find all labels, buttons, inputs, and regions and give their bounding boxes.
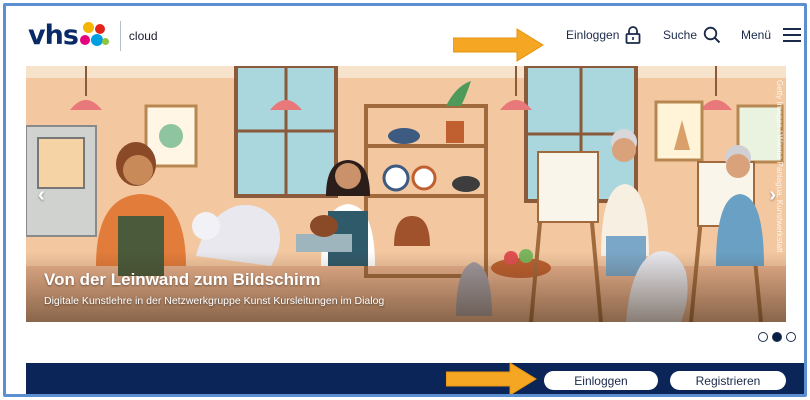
login-button[interactable]: Einloggen xyxy=(544,371,658,390)
menu-button-label: Menü xyxy=(741,28,772,42)
site-header: vhs cloud Einloggen Suche Menü xyxy=(6,6,804,66)
annotation-arrow-icon xyxy=(446,362,537,394)
login-link-label: Einloggen xyxy=(566,28,620,42)
register-button[interactable]: Registrieren xyxy=(670,371,786,390)
chevron-right-icon[interactable]: › xyxy=(769,184,776,207)
hero-subtitle: Digitale Kunstlehre in der Netzwerkgrupp… xyxy=(44,295,385,307)
carousel-dot-1[interactable] xyxy=(758,332,768,342)
login-link[interactable]: Einloggen xyxy=(566,26,641,44)
logo-wordmark: vhs xyxy=(28,20,79,51)
carousel-dot-3[interactable] xyxy=(786,332,796,342)
annotation-arrow-icon xyxy=(453,28,544,62)
carousel-pagination xyxy=(758,332,796,342)
image-credit: Getty Images / Wenne Paniagua, Kunstwerk… xyxy=(775,80,784,253)
product-label: cloud xyxy=(128,28,158,43)
menu-button[interactable]: Menü xyxy=(741,26,803,44)
vhs-logo[interactable]: vhs cloud xyxy=(28,20,158,51)
login-register-bar: Einloggen Registrieren xyxy=(26,363,804,394)
search-link-label: Suche xyxy=(663,28,698,42)
search-link[interactable]: Suche xyxy=(663,26,721,44)
screenshot-frame: vhs cloud Einloggen Suche Menü Von der L… xyxy=(3,3,807,397)
carousel-dot-2[interactable] xyxy=(772,332,782,342)
chevron-left-icon[interactable]: ‹ xyxy=(38,184,45,207)
search-icon xyxy=(703,26,721,44)
logo-dots-icon xyxy=(79,21,110,50)
hero-carousel-slide[interactable]: Von der Leinwand zum Bildschirm Digitale… xyxy=(26,66,786,322)
lock-icon xyxy=(625,26,641,44)
logo-divider xyxy=(119,20,121,51)
hamburger-menu-icon xyxy=(783,28,802,42)
hero-title: Von der Leinwand zum Bildschirm xyxy=(44,270,321,289)
